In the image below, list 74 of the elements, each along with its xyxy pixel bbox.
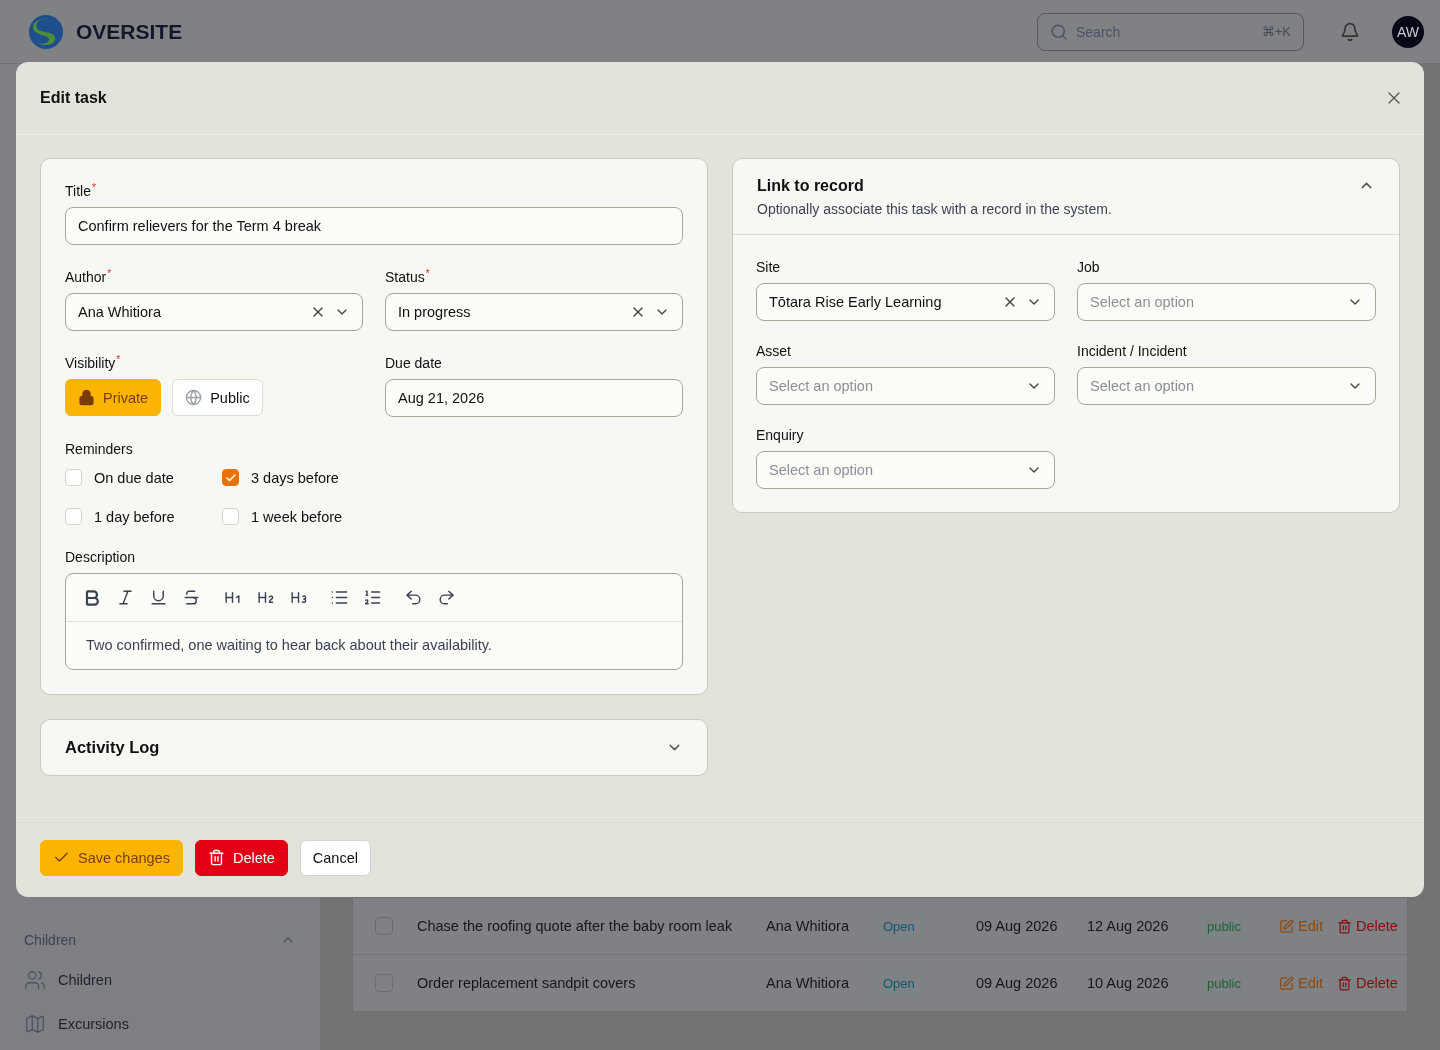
field-label: Author <box>65 269 107 285</box>
due-date-input[interactable]: Aug 21, 2026 <box>385 379 683 417</box>
select-field[interactable]: In progress <box>385 293 683 331</box>
trash-icon <box>1337 975 1352 991</box>
globe-icon <box>185 389 203 406</box>
cancel-button[interactable]: Cancel <box>299 839 371 876</box>
visibility-badge: public <box>1200 915 1248 937</box>
edit-icon <box>1279 918 1294 934</box>
field-label: Title <box>65 183 91 199</box>
description-text: Two confirmed, one waiting to hear back about their availability. <box>85 636 493 655</box>
title-input[interactable]: Confirm relievers for the Term 4 break <box>65 207 683 245</box>
reminder-option[interactable]: 1 day before <box>65 508 222 525</box>
lock-icon <box>78 389 95 406</box>
trash-icon <box>1337 918 1352 934</box>
field-label: Incident / Incident <box>1077 343 1187 359</box>
undo-icon[interactable] <box>404 588 423 607</box>
user-avatar[interactable]: AW <box>1392 15 1424 48</box>
numbered-list-icon[interactable] <box>363 588 382 607</box>
description-editor[interactable]: Two confirmed, one waiting to hear back about their availability. <box>65 573 683 670</box>
bullet-list-icon[interactable] <box>330 588 349 607</box>
visibility-option[interactable]: Private <box>65 379 162 416</box>
people-icon <box>24 969 46 991</box>
field-label: Status <box>385 269 425 285</box>
table-cell-text: 12 Aug 2026 <box>1087 918 1170 934</box>
table-cell-text: 09 Aug 2026 <box>976 975 1059 991</box>
field-label: Enquiry <box>756 427 804 443</box>
field-label: Visibility <box>65 355 116 371</box>
status-badge: Open <box>876 915 922 937</box>
check-icon <box>224 471 237 484</box>
redo-icon[interactable] <box>437 588 456 607</box>
reminder-option[interactable]: On due date <box>65 469 222 486</box>
sidebar-section-title: Children <box>24 932 77 948</box>
table-cell-text: Ana Whitiora <box>766 918 850 934</box>
underline-icon[interactable] <box>149 588 168 607</box>
required-mark: * <box>425 269 430 279</box>
required-mark: * <box>91 183 96 193</box>
table-cell-text: 10 Aug 2026 <box>1087 975 1170 991</box>
brand-name: OVERSITE <box>76 19 183 44</box>
table-cell-text: Ana Whitiora <box>766 975 850 991</box>
delete-button[interactable]: Delete <box>194 839 288 876</box>
visibility-option[interactable]: Public <box>172 379 263 416</box>
card-subtitle: Optionally associate this task with a record in the system. <box>757 201 1112 217</box>
map-icon <box>24 1013 46 1035</box>
search-icon <box>1050 22 1068 41</box>
required-mark: * <box>107 269 112 279</box>
sidebar-item[interactable]: Children <box>24 958 296 1002</box>
trash-icon <box>207 849 225 866</box>
visibility-badge: public <box>1200 972 1248 994</box>
table-cell-text: Order replacement sandpit covers <box>417 975 637 991</box>
table-cell-text: Chase the roofing quote after the baby room leak <box>417 918 734 934</box>
edit-icon <box>1279 975 1294 991</box>
card-title: Link to record <box>757 177 865 195</box>
field-label: Due date <box>385 355 442 371</box>
status-badge: Open <box>876 972 922 994</box>
field-label: Reminders <box>65 441 133 457</box>
required-mark: * <box>116 355 121 365</box>
field-label: Asset <box>756 343 791 359</box>
field-label: Job <box>1077 259 1100 275</box>
reminder-option[interactable]: 1 week before <box>222 508 683 525</box>
select-field[interactable]: Tōtara Rise Early Learning <box>756 283 1055 321</box>
field-label: Description <box>65 549 136 565</box>
dialog-title: Edit task <box>40 89 107 107</box>
italic-icon[interactable] <box>116 588 135 607</box>
bell-icon[interactable] <box>1340 21 1360 42</box>
reminder-option[interactable]: 3 days before <box>222 469 683 486</box>
field-label: Site <box>756 259 781 275</box>
table-cell-text: 09 Aug 2026 <box>976 918 1059 934</box>
select-field[interactable]: Ana Whitiora <box>65 293 363 331</box>
sidebar-item[interactable]: Excursions <box>24 1002 296 1046</box>
logo-icon <box>28 13 64 50</box>
save-button[interactable]: Save changes <box>40 839 183 876</box>
shortcut-hint: ⌘+K <box>1261 24 1291 39</box>
strikethrough-icon[interactable] <box>182 588 201 607</box>
activity-log-panel[interactable]: Activity Log <box>40 719 708 776</box>
